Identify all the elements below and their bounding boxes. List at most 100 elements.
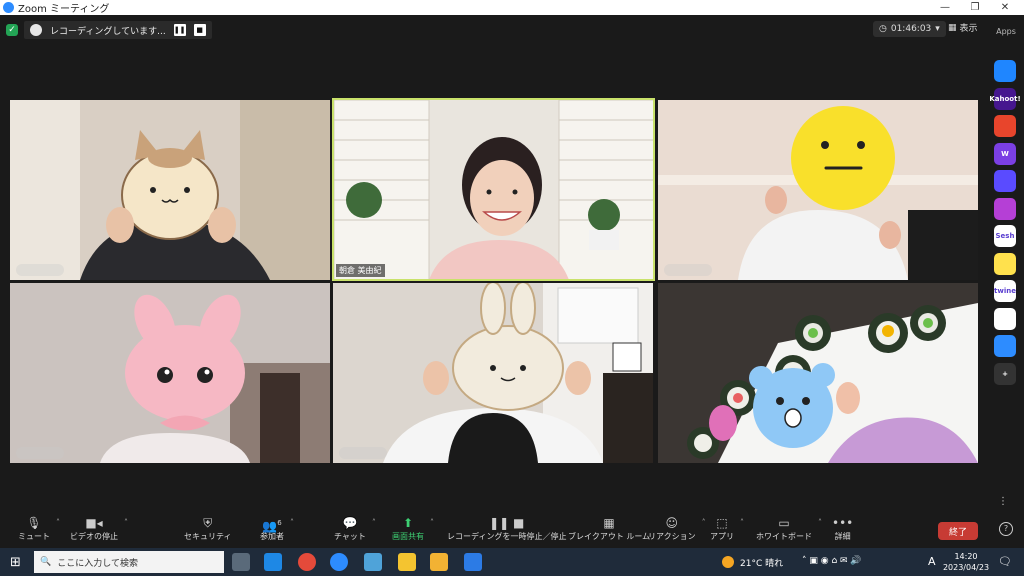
app-icon-5[interactable] — [994, 170, 1016, 192]
reactions-button[interactable]: ☺ リアクション ˄ — [648, 516, 706, 542]
clock-icon: ◷ — [879, 24, 887, 34]
stop-video-label: ビデオの停止 — [70, 532, 118, 541]
sticky-notes-icon[interactable] — [398, 553, 416, 571]
timer-value: 01:46:03 — [890, 24, 932, 34]
app-icon-12[interactable]: + — [994, 362, 1016, 385]
more-label: 詳細 — [834, 532, 851, 541]
more-button[interactable]: ••• 詳細 — [832, 516, 853, 542]
end-meeting-button[interactable]: 終了 — [938, 522, 978, 540]
clock-time: 14:20 — [954, 552, 978, 561]
app-icon-9[interactable]: twine — [994, 280, 1016, 302]
mute-label: ミュート — [18, 532, 50, 541]
clock[interactable]: 14:20 2023/04/23 — [942, 551, 990, 573]
video-feed-4 — [10, 283, 330, 463]
chevron-up-icon[interactable]: ˄ — [372, 518, 376, 527]
microphone-icon: 🎙 — [26, 516, 42, 530]
shield-icon: ⛨ — [203, 516, 213, 530]
zoom-taskbar-icon[interactable] — [330, 553, 348, 571]
video-tile-1[interactable] — [10, 100, 330, 280]
close-button[interactable]: ✕ — [990, 0, 1020, 15]
chevron-up-icon[interactable]: ˄ — [818, 518, 822, 527]
chevron-up-icon[interactable]: ˄ — [56, 518, 60, 527]
app-taskbar-icon[interactable] — [364, 553, 382, 571]
chevron-up-icon[interactable]: ˄ — [702, 518, 706, 527]
whiteboard-icon: ▭ — [778, 516, 790, 530]
security-label: セキュリティ — [184, 532, 232, 541]
maximize-button[interactable]: ❐ — [960, 0, 990, 15]
app-icon-3[interactable] — [994, 115, 1016, 137]
minimize-button[interactable]: — — [930, 0, 960, 15]
participants-icon: 👥6 — [262, 519, 282, 533]
ime-indicator[interactable]: A — [928, 555, 936, 568]
ellipsis-icon: ••• — [832, 516, 854, 530]
recording-indicator: レコーディングしています... ❚❚ ■ — [24, 21, 212, 39]
participants-button[interactable]: 👥6 参加者 ˄ — [260, 516, 294, 542]
participants-count: 6 — [277, 519, 282, 527]
video-tile-6[interactable] — [658, 283, 978, 463]
security-button[interactable]: ⛨ セキュリティ — [184, 516, 232, 542]
breakout-rooms-button[interactable]: ▦ ブレイクアウト ルーム — [568, 516, 650, 542]
title-bar: Zoom ミーティング — ❐ ✕ — [0, 0, 1024, 15]
taskbar-search-box[interactable]: 🔍 ここに入力して検索 — [34, 551, 224, 573]
stop-video-button[interactable]: ■◂ ビデオの停止 ˄ — [70, 516, 128, 542]
video-tile-5[interactable] — [333, 283, 653, 463]
video-tile-4[interactable] — [10, 283, 330, 463]
apps-toolbar-label: アプリ — [710, 532, 734, 541]
apps-icon: ⬚ — [716, 516, 728, 530]
chevron-up-icon[interactable]: ˄ — [124, 518, 128, 527]
chevron-up-icon[interactable]: ˄ — [290, 518, 294, 527]
windows-start-icon[interactable]: ⊞ — [10, 555, 21, 570]
recording-stop-button[interactable]: ■ — [193, 24, 206, 36]
pause-stop-recording-button[interactable]: ❚❚ ■ レコーディングを一時停止／停止 — [447, 516, 566, 542]
chevron-up-icon[interactable]: ˄ — [740, 518, 744, 527]
name-label-blur — [16, 447, 64, 459]
recording-pause-button[interactable]: ❚❚ — [173, 24, 186, 36]
system-tray-icons[interactable]: ˄ ▣ ◉ ⌂ ✉ 🔊 — [802, 556, 862, 566]
edge-browser-icon[interactable] — [264, 553, 282, 571]
app-icon-4[interactable]: W — [994, 142, 1016, 165]
windows-taskbar: ⊞ 🔍 ここに入力して検索 21°C 晴れ ˄ ▣ ◉ ⌂ ✉ 🔊 A 14:2… — [0, 548, 1024, 576]
encryption-shield-icon[interactable]: ✓ — [6, 24, 18, 36]
app-icon-11[interactable] — [994, 335, 1016, 357]
apps-button[interactable]: ⬚ アプリ ˄ — [710, 516, 744, 542]
app-icon-8[interactable] — [994, 252, 1016, 275]
whiteboard-button[interactable]: ▭ ホワイトボード ˄ — [756, 516, 822, 542]
weather-text[interactable]: 21°C 晴れ — [740, 556, 783, 569]
video-tile-3[interactable] — [658, 100, 978, 280]
name-label-blur — [16, 264, 64, 276]
share-screen-label: 画面共有 — [392, 532, 424, 541]
video-tile-2-active-speaker[interactable]: 朝倉 美由紀 — [332, 98, 655, 281]
recording-label: レコーディングを一時停止／停止 — [447, 532, 567, 541]
top-left-status: ✓ レコーディングしています... ❚❚ ■ — [6, 21, 212, 39]
chrome-browser-icon[interactable] — [298, 553, 316, 571]
task-view-icon[interactable] — [232, 553, 250, 571]
help-icon[interactable]: ? — [999, 522, 1013, 536]
meeting-stage: ✓ レコーディングしています... ❚❚ ■ ◷ 01:46:03 ▾ ▦ 表示 — [0, 15, 988, 512]
notification-icon[interactable]: 🗨 — [998, 555, 1012, 568]
chevron-up-icon[interactable]: ˄ — [430, 518, 434, 527]
app-icon-10[interactable] — [994, 307, 1016, 330]
app-icon-1[interactable] — [994, 60, 1016, 82]
chat-button[interactable]: 💬 チャット ˄ — [334, 516, 376, 542]
clock-date: 2023/04/23 — [942, 563, 990, 572]
reactions-label: リアクション — [648, 532, 696, 541]
file-explorer-icon[interactable] — [430, 553, 448, 571]
name-label-blur — [339, 447, 387, 459]
smiley-icon: ☺ — [665, 516, 679, 530]
mute-button[interactable]: 🎙 ミュート ˄ — [18, 516, 60, 542]
share-screen-button[interactable]: ⬆ 画面共有 ˄ — [392, 516, 434, 542]
view-button[interactable]: ▦ 表示 — [948, 21, 978, 35]
vertical-more-icon[interactable]: ⋮ — [998, 496, 1008, 507]
app-icon-6[interactable] — [994, 197, 1016, 220]
recording-cloud-icon — [30, 24, 42, 36]
video-feed-6 — [658, 283, 978, 463]
apps-label: Apps — [996, 27, 1016, 36]
meeting-toolbar: 🎙 ミュート ˄ ■◂ ビデオの停止 ˄ ⛨ セキュリティ 👥6 参加者 ˄ 💬… — [0, 496, 1024, 548]
breakout-label: ブレイクアウト ルーム — [568, 532, 651, 541]
share-screen-icon: ⬆ — [402, 516, 414, 530]
app-icon-7[interactable]: Sesh — [994, 225, 1016, 247]
mail-icon[interactable] — [464, 553, 482, 571]
meeting-timer[interactable]: ◷ 01:46:03 ▾ — [873, 21, 946, 37]
app-icon-2[interactable]: Kahoot! — [989, 87, 1021, 110]
video-feed-5 — [333, 283, 653, 463]
